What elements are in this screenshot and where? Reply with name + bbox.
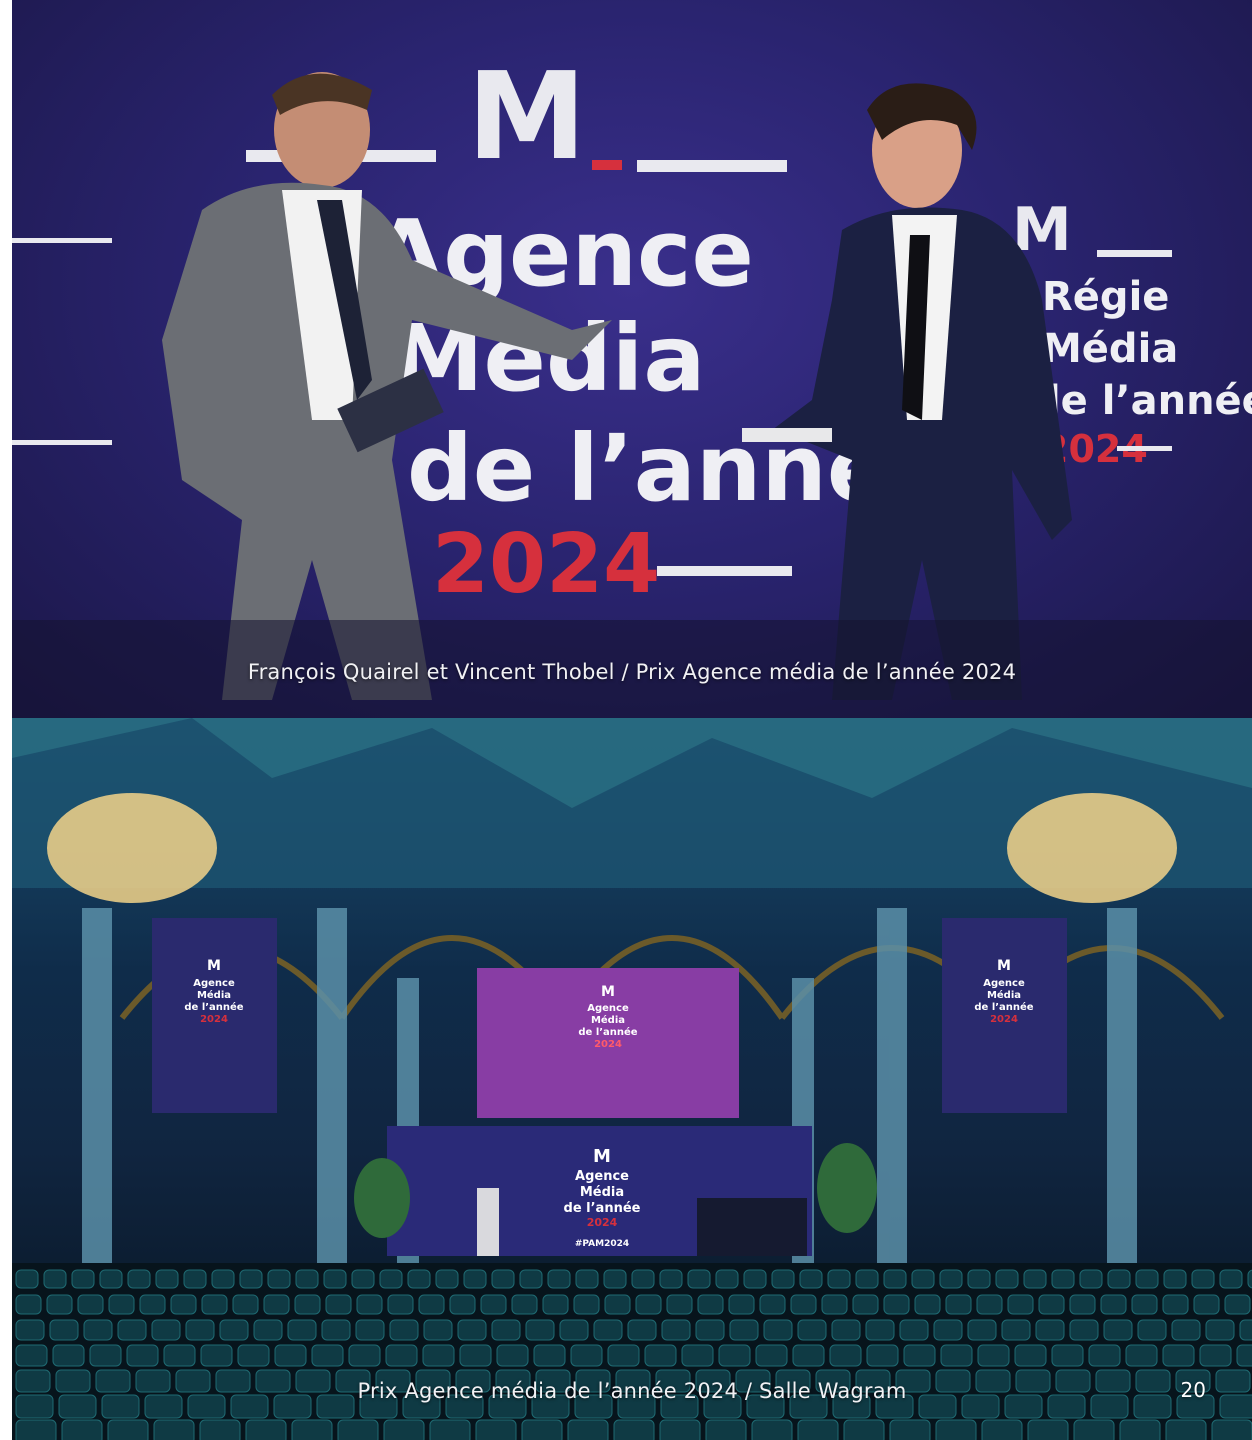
backdrop-right-line-1: Régie — [1042, 274, 1169, 320]
svg-text:2024: 2024 — [594, 1039, 622, 1050]
page-number: 20 — [1180, 1378, 1206, 1402]
backdrop-right-line-2: Média — [1042, 326, 1178, 372]
svg-text:Agence: Agence — [983, 978, 1025, 989]
svg-text:Média: Média — [580, 1185, 624, 1200]
svg-text:2024: 2024 — [990, 1014, 1018, 1025]
bottom-photo-caption: Prix Agence média de l’année 2024 / Sall… — [357, 1379, 907, 1403]
main-screen: M Agence Média de l’année 2024 — [477, 968, 739, 1118]
audience-seats — [12, 1263, 1252, 1440]
salle-wagram-photo: M Agence Média de l’année 2024 M Agence … — [12, 718, 1252, 1440]
svg-text:#PAM2024: #PAM2024 — [575, 1239, 629, 1249]
svg-text:de l’année: de l’année — [578, 1026, 637, 1038]
stage: M Agence Média de l’année 2024 #PAM2024 — [387, 1126, 812, 1256]
banner-left: M Agence Média de l’année 2024 — [152, 918, 277, 1113]
backdrop-year: 2024 — [432, 517, 660, 612]
svg-text:Média: Média — [197, 989, 231, 1001]
backdrop-right-line-3: de l’année — [1032, 378, 1252, 424]
svg-text:Média: Média — [591, 1014, 625, 1026]
svg-text:2024: 2024 — [200, 1014, 228, 1025]
hall-illustration: M Agence Média de l’année 2024 M Agence … — [12, 718, 1252, 1440]
svg-text:M: M — [997, 958, 1011, 974]
svg-text:de l’année: de l’année — [564, 1201, 641, 1216]
svg-text:M: M — [207, 958, 221, 974]
svg-text:de l’année: de l’année — [974, 1001, 1033, 1013]
presenter-right — [742, 83, 1072, 700]
svg-text:M: M — [593, 1146, 611, 1167]
stage-backdrop-illustration: M Agence Média de l’année 2024 M Régie M… — [12, 48, 1252, 718]
svg-text:Agence: Agence — [587, 1003, 629, 1014]
banner-right: M Agence Média de l’année 2024 — [942, 918, 1067, 1113]
top-photo-caption: François Quairel et Vincent Thobel / Pri… — [247, 660, 1017, 684]
svg-text:Agence: Agence — [575, 1169, 629, 1184]
svg-text:M: M — [601, 984, 615, 1000]
stage-presenters-photo: M Agence Média de l’année 2024 M Régie M… — [12, 0, 1252, 718]
svg-text:2024: 2024 — [587, 1216, 618, 1229]
svg-text:Média: Média — [987, 989, 1021, 1001]
svg-text:Agence: Agence — [193, 978, 235, 989]
svg-text:de l’année: de l’année — [184, 1001, 243, 1013]
page: M Agence Média de l’année 2024 M Régie M… — [0, 0, 1252, 1440]
backdrop-logo: M — [467, 48, 586, 187]
